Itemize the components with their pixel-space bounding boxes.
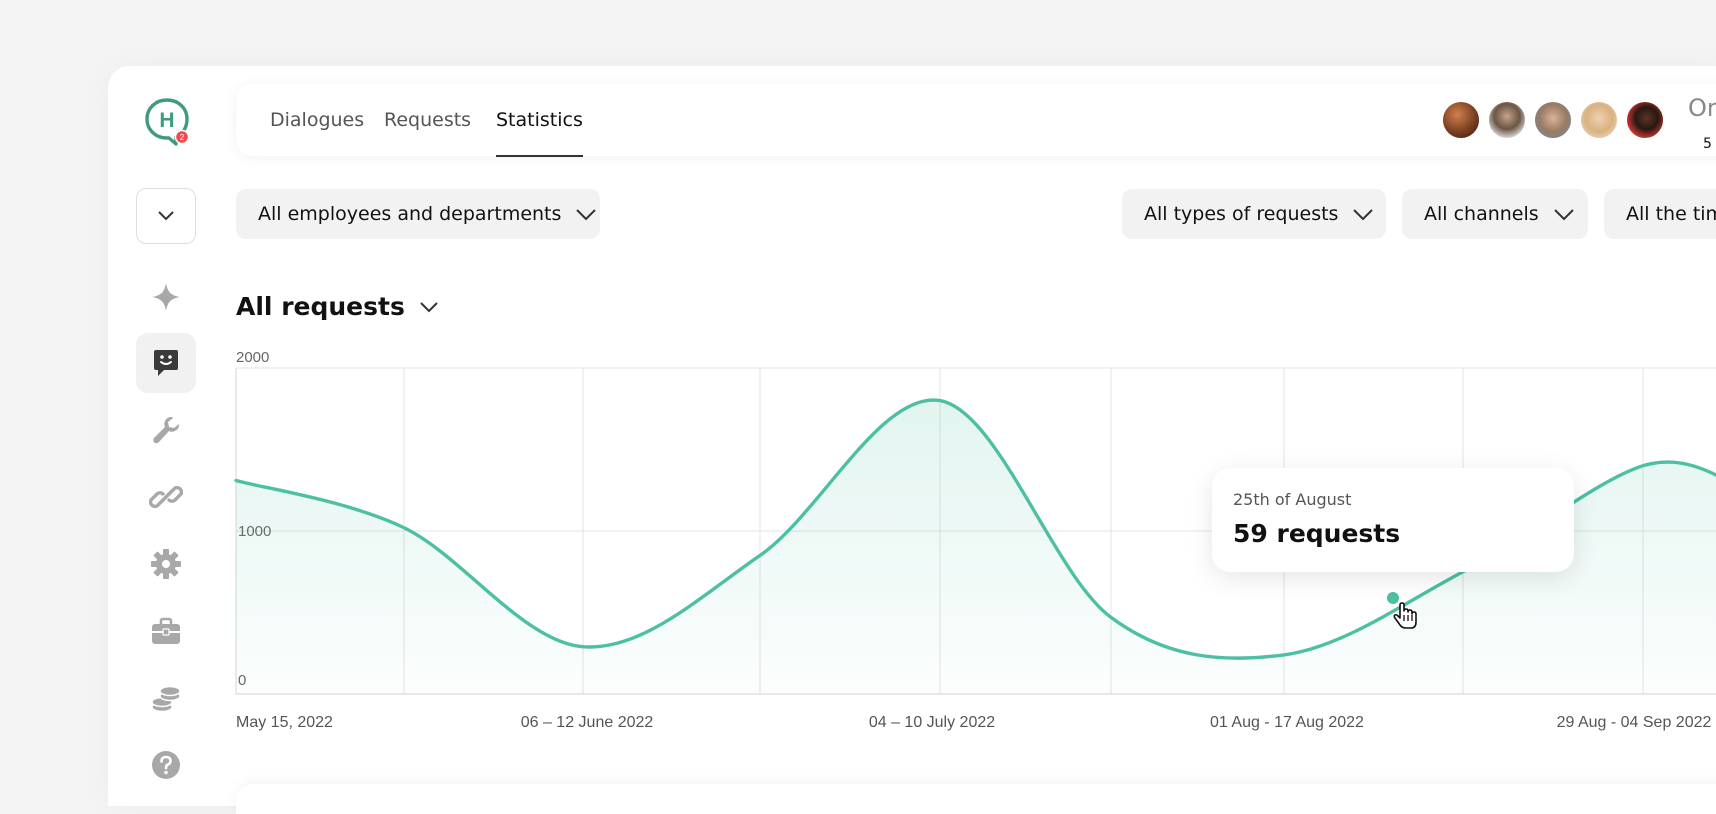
x-tick-label: 06 – 12 June 2022 bbox=[521, 714, 654, 731]
x-tick-label: 29 Aug - 04 Sep 2022 bbox=[1557, 714, 1712, 731]
requests-chart: 200010000May 15, 202206 – 12 June 202204… bbox=[234, 349, 1716, 731]
highlight-point bbox=[1385, 590, 1401, 606]
x-tick-label: 04 – 10 July 2022 bbox=[869, 714, 995, 731]
next-panel bbox=[236, 784, 1716, 814]
tooltip-date: 25th of August bbox=[1233, 490, 1352, 509]
x-tick-label: 01 Aug - 17 Aug 2022 bbox=[1210, 714, 1364, 731]
x-tick-label: May 15, 2022 bbox=[236, 714, 333, 731]
chart-tooltip: 25th of August 59 requests bbox=[1212, 468, 1574, 572]
tooltip-value: 59 requests bbox=[1233, 519, 1401, 548]
y-tick-label: 2000 bbox=[236, 349, 269, 366]
